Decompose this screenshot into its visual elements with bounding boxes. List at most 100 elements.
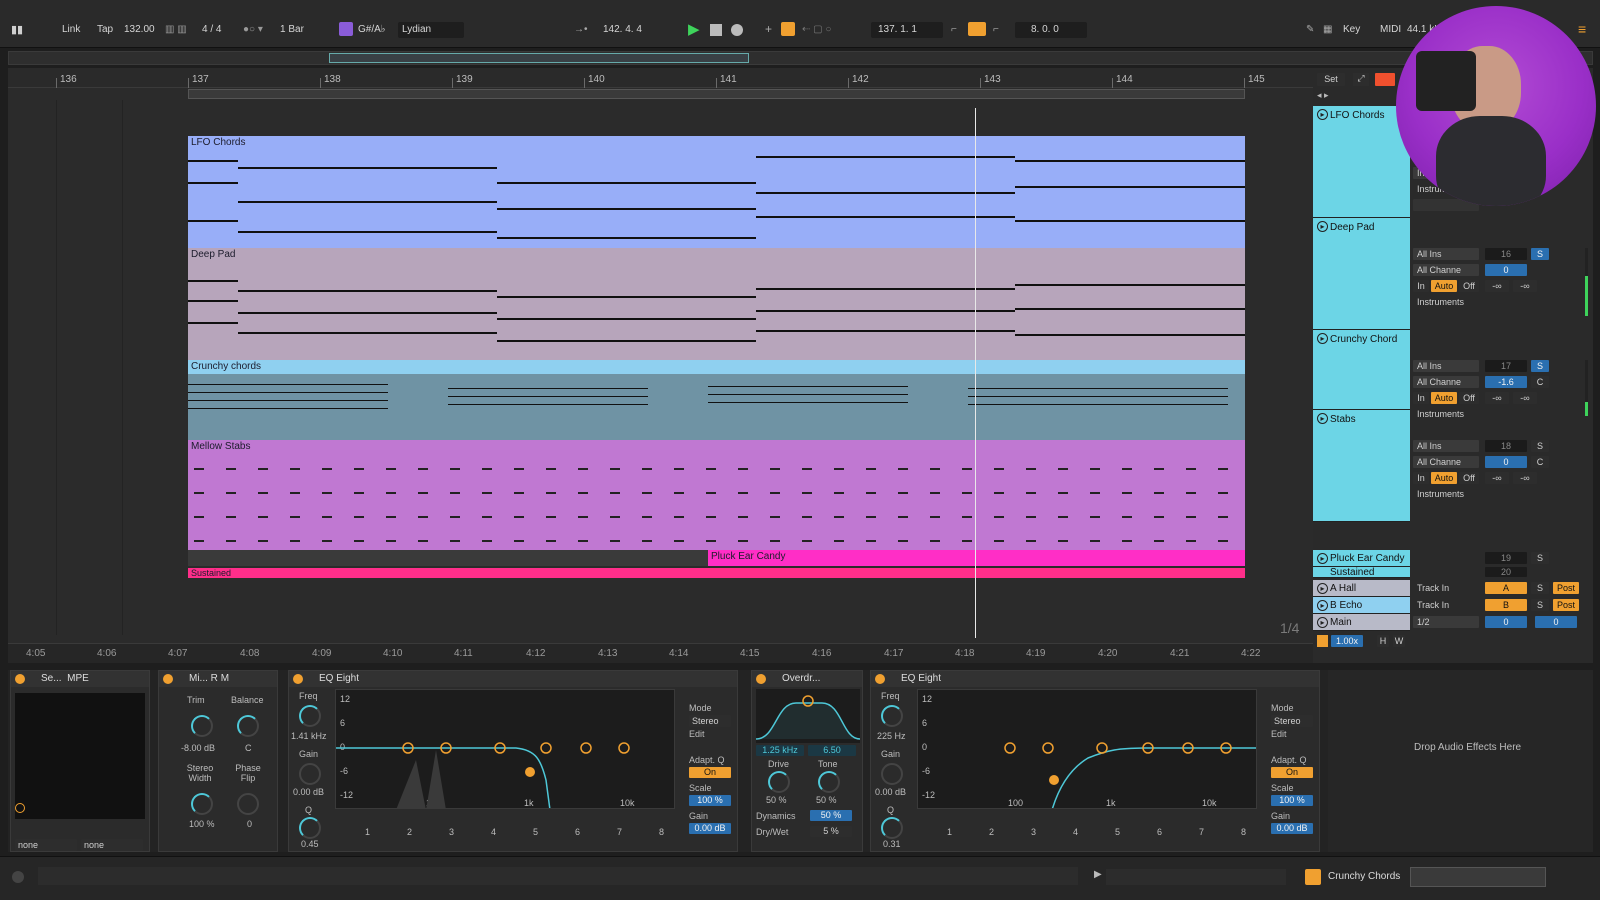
io-icon[interactable] [1317, 635, 1328, 647]
time-signature-field[interactable]: 4 / 4 [202, 24, 221, 35]
midi-note[interactable] [497, 182, 756, 184]
midi-note[interactable] [238, 332, 497, 334]
midi-note[interactable] [1015, 186, 1245, 188]
track-sustained[interactable]: Sustained [1313, 567, 1410, 578]
power-icon[interactable] [163, 674, 173, 684]
midi-note[interactable] [1015, 220, 1245, 222]
time-ruler[interactable]: 4:05 4:06 4:07 4:08 4:09 4:10 4:11 4:12 … [8, 643, 1313, 663]
adaptive-q-toggle[interactable]: On [1271, 767, 1313, 778]
center-freq-field[interactable]: 1.25 kHz [756, 745, 804, 756]
width-knob[interactable] [191, 793, 213, 815]
midi-note[interactable] [188, 322, 238, 324]
monitor-off-button[interactable]: Off [1459, 472, 1479, 484]
record-icon[interactable] [731, 24, 743, 36]
adaptive-q-toggle[interactable]: On [689, 767, 731, 778]
midi-note[interactable] [756, 288, 1015, 290]
midi-map-button[interactable]: MIDI [1380, 24, 1401, 35]
expand-icon[interactable]: ⤢ [1353, 73, 1369, 86]
return-letter[interactable]: A [1485, 582, 1527, 594]
input-channel-select[interactable]: All Channe [1413, 376, 1479, 388]
clip-mellow-stabs[interactable]: Mellow Stabs [188, 440, 1245, 550]
midi-note[interactable] [756, 156, 1015, 158]
solo-button[interactable]: S [1531, 248, 1549, 260]
input-type-select[interactable]: All Ins [1413, 440, 1479, 452]
midi-note[interactable] [238, 167, 497, 169]
phase-knob[interactable] [237, 793, 259, 815]
midi-note[interactable] [188, 182, 238, 184]
fold-icon[interactable]: ▸ [1317, 221, 1328, 232]
pan-field[interactable]: C [1531, 456, 1549, 468]
midi-note[interactable] [188, 280, 238, 282]
clip-pluck-ear-candy[interactable]: Pluck Ear Candy [708, 550, 1245, 566]
scale-field[interactable]: 100 % [689, 795, 731, 806]
band-selector[interactable]: 1 2 3 4 5 6 7 8 [343, 809, 677, 843]
power-icon[interactable] [293, 674, 303, 684]
tone-knob[interactable] [818, 771, 840, 793]
midi-note[interactable] [188, 160, 238, 162]
link-button[interactable]: Link [62, 24, 80, 35]
key-map-button[interactable]: Key [1343, 24, 1360, 35]
tempo-field[interactable]: 132.00 [124, 24, 155, 35]
midi-note[interactable] [238, 201, 497, 203]
midi-note[interactable] [756, 216, 1015, 218]
device-eq-eight-1[interactable]: EQ Eight Freq 1.41 kHz Gain 0.00 dB Q 0.… [288, 670, 738, 852]
monitor-in-button[interactable]: In [1413, 392, 1429, 404]
automation-arm-icon[interactable] [781, 22, 795, 36]
overview-window[interactable] [329, 53, 749, 63]
monitor-auto-button[interactable]: Auto [1431, 280, 1457, 292]
stab-notes-pattern[interactable] [188, 454, 1245, 550]
drive-knob[interactable] [768, 771, 790, 793]
fold-icon[interactable]: ▸ [1317, 553, 1328, 564]
midi-note[interactable] [756, 330, 1015, 332]
point-icon[interactable] [15, 803, 25, 813]
freq-knob[interactable] [881, 705, 903, 727]
key-select[interactable]: G#/A♭ [358, 24, 386, 35]
keyboard-icon[interactable]: ▦ [1323, 24, 1332, 35]
midi-note[interactable] [448, 388, 648, 389]
track-number[interactable]: 18 [1485, 440, 1527, 452]
band-selector[interactable]: 1 2 3 4 5 6 7 8 [925, 809, 1259, 843]
balance-knob[interactable] [237, 715, 259, 737]
dry-wet-field[interactable]: 5 % [810, 826, 852, 837]
solo-button[interactable]: S [1531, 599, 1549, 611]
freq-knob[interactable] [299, 705, 321, 727]
clip-thumbnail[interactable] [1410, 867, 1546, 887]
song-position-field[interactable]: 142. 4. 4 [603, 24, 642, 35]
scale-mode-icon[interactable] [339, 22, 353, 36]
eq-spectrum[interactable]: 12 6 0 -6 -12 100 1k 10k [917, 689, 1257, 809]
input-channel-select[interactable]: All Channe [1413, 456, 1479, 468]
trim-knob[interactable] [191, 715, 213, 737]
midi-note[interactable] [188, 400, 388, 401]
overdub-icon[interactable]: + [765, 22, 772, 36]
punch-out-icon[interactable]: ⌐ [993, 24, 999, 35]
return-a-hall[interactable]: ▸ A Hall [1313, 580, 1410, 597]
scale-field[interactable]: 100 % [1271, 795, 1313, 806]
track-number[interactable]: 20 [1485, 567, 1527, 577]
volume-field[interactable]: 0 [1485, 456, 1527, 468]
mode-select[interactable]: Stereo [689, 715, 731, 727]
clip-lfo-chords[interactable]: LFO Chords [188, 136, 1245, 248]
track-crunchy-chord[interactable]: ▸ Crunchy Chord [1313, 330, 1410, 410]
pan-field[interactable]: 0 [1535, 616, 1577, 628]
q-knob[interactable] [881, 817, 903, 839]
monitor-in-button[interactable]: In [1413, 280, 1429, 292]
set-button[interactable]: Set [1317, 73, 1345, 86]
midi-note[interactable] [188, 392, 388, 393]
eq-curve[interactable] [336, 690, 675, 809]
monitor-auto-button[interactable]: Auto [1431, 472, 1457, 484]
midi-note[interactable] [238, 290, 497, 292]
output-select[interactable]: Instruments [1413, 488, 1479, 500]
post-button[interactable]: Post [1553, 582, 1579, 594]
output-gain-field[interactable]: 0.00 dB [689, 823, 731, 834]
midi-note[interactable] [1015, 334, 1245, 336]
gain-knob[interactable] [299, 763, 321, 785]
midi-note[interactable] [497, 208, 756, 210]
beat-ruler[interactable]: 136 137 138 139 140 141 142 143 144 145 [8, 68, 1313, 88]
pan-field[interactable]: C [1531, 376, 1549, 388]
track-number[interactable]: 17 [1485, 360, 1527, 372]
view-toggle-icon[interactable]: ▮▮ [8, 21, 26, 39]
device-selector[interactable]: Se... MPE none none [10, 670, 150, 852]
h-toggle[interactable]: H [1377, 635, 1389, 647]
loop-toggle-icon[interactable] [968, 22, 986, 36]
midi-note[interactable] [448, 404, 648, 405]
